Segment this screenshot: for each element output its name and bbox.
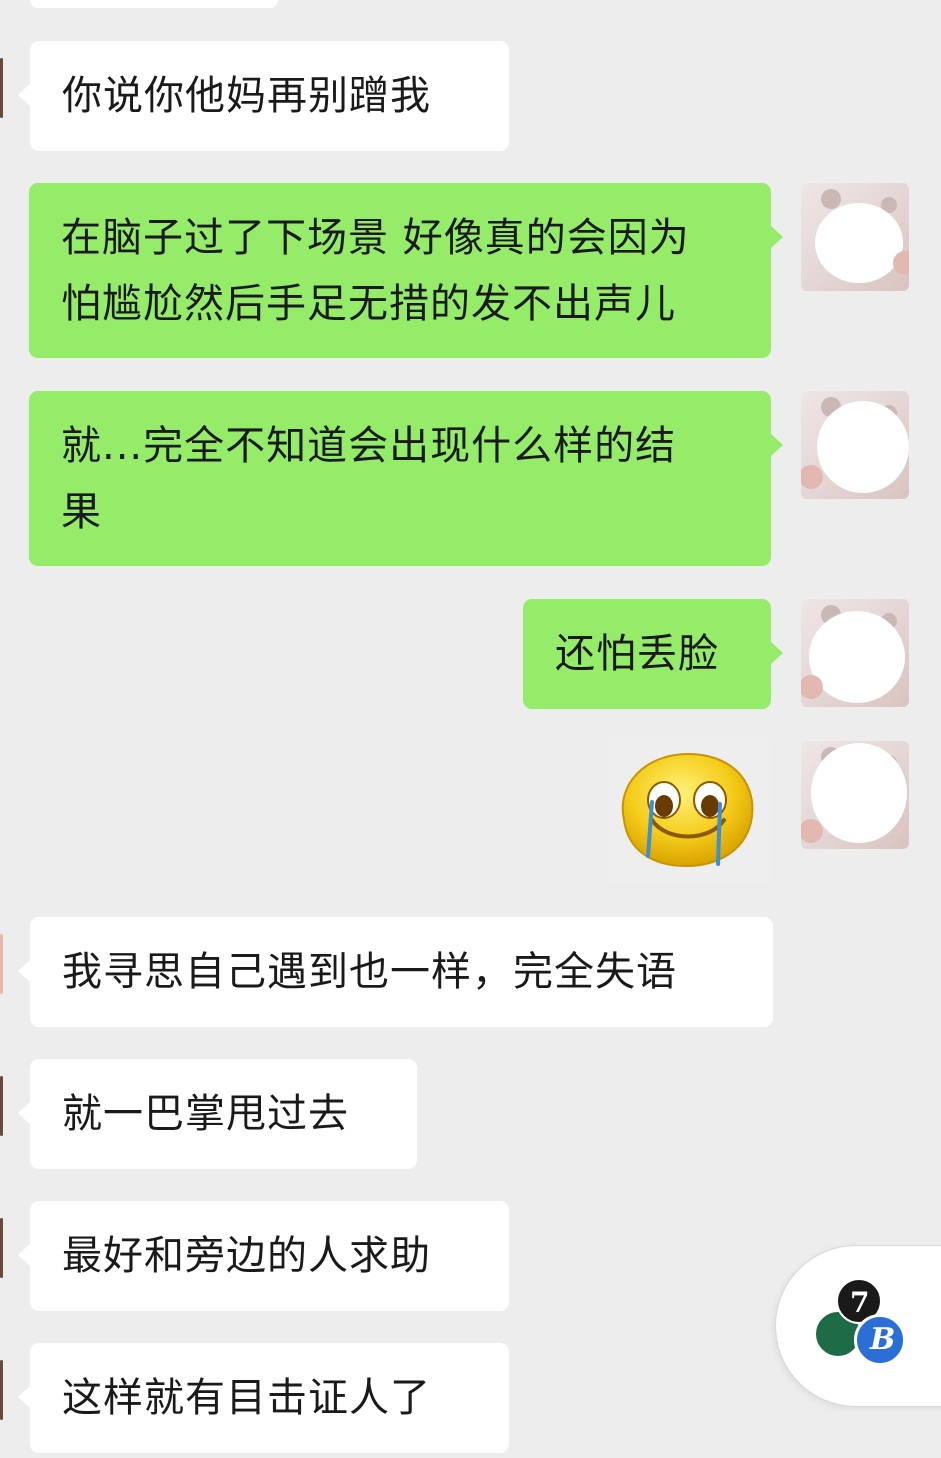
message-text: 这样就有目击证人了 — [62, 1375, 431, 1421]
my-avatar[interactable] — [801, 183, 909, 291]
message-bubble-outgoing[interactable]: 在脑子过了下场景 好像真的会因为 怕尴尬然后手足无措的发不出声儿 — [29, 183, 783, 358]
previous-message-bubble — [30, 0, 278, 8]
message-bubble-outgoing[interactable]: 就...完全不知道会出现什么样的结 果 — [29, 391, 783, 566]
my-avatar[interactable] — [801, 741, 909, 849]
sender-avatar-edge — [0, 1360, 3, 1420]
my-avatar[interactable] — [801, 391, 909, 499]
message-text: 最好和旁边的人求助 — [62, 1233, 431, 1279]
message-bubble-incoming[interactable]: 就一巴掌甩过去 — [18, 1059, 417, 1169]
message-bubble-incoming[interactable]: 这样就有目击证人了 — [18, 1343, 509, 1453]
avatar-image — [801, 397, 909, 493]
chat-area[interactable]: 你说你他妈再别蹭我 在脑子过了下场景 好像真的会因为 怕尴尬然后手足无措的发不出… — [0, 0, 941, 1458]
sender-avatar-edge — [0, 1218, 3, 1278]
sender-avatar-edge — [0, 934, 3, 994]
badge-glyph: B — [870, 1322, 896, 1357]
message-bubble-incoming[interactable]: 最好和旁边的人求助 — [18, 1201, 509, 1311]
floating-app-widget[interactable]: 7 B — [776, 1246, 941, 1406]
badge-glyph: 7 — [850, 1286, 870, 1319]
message-bubble-incoming[interactable]: 你说你他妈再别蹭我 — [18, 41, 509, 151]
avatar-image — [801, 605, 905, 703]
sender-avatar-edge — [0, 1076, 3, 1136]
message-text-line: 就...完全不知道会出现什么样的结 — [61, 423, 677, 469]
app-badge-blue: B — [854, 1314, 906, 1366]
message-text: 就一巴掌甩过去 — [62, 1091, 349, 1137]
message-text-line: 在脑子过了下场景 好像真的会因为 — [61, 215, 690, 261]
message-text-line: 怕尴尬然后手足无措的发不出声儿 — [61, 281, 676, 327]
sender-avatar-edge — [0, 58, 3, 118]
message-text: 你说你他妈再别蹭我 — [62, 73, 431, 119]
sticker-message[interactable] — [606, 738, 772, 884]
avatar-image — [815, 189, 909, 283]
message-bubble-outgoing[interactable]: 还怕丢脸 — [523, 599, 783, 709]
crying-smiley-icon — [621, 752, 754, 868]
message-text: 还怕丢脸 — [555, 631, 719, 677]
avatar-image — [801, 743, 907, 843]
message-text-line: 果 — [61, 489, 102, 535]
my-avatar[interactable] — [801, 599, 909, 707]
message-text: 我寻思自己遇到也一样，完全失语 — [62, 949, 677, 995]
message-bubble-incoming[interactable]: 我寻思自己遇到也一样，完全失语 — [18, 917, 773, 1027]
